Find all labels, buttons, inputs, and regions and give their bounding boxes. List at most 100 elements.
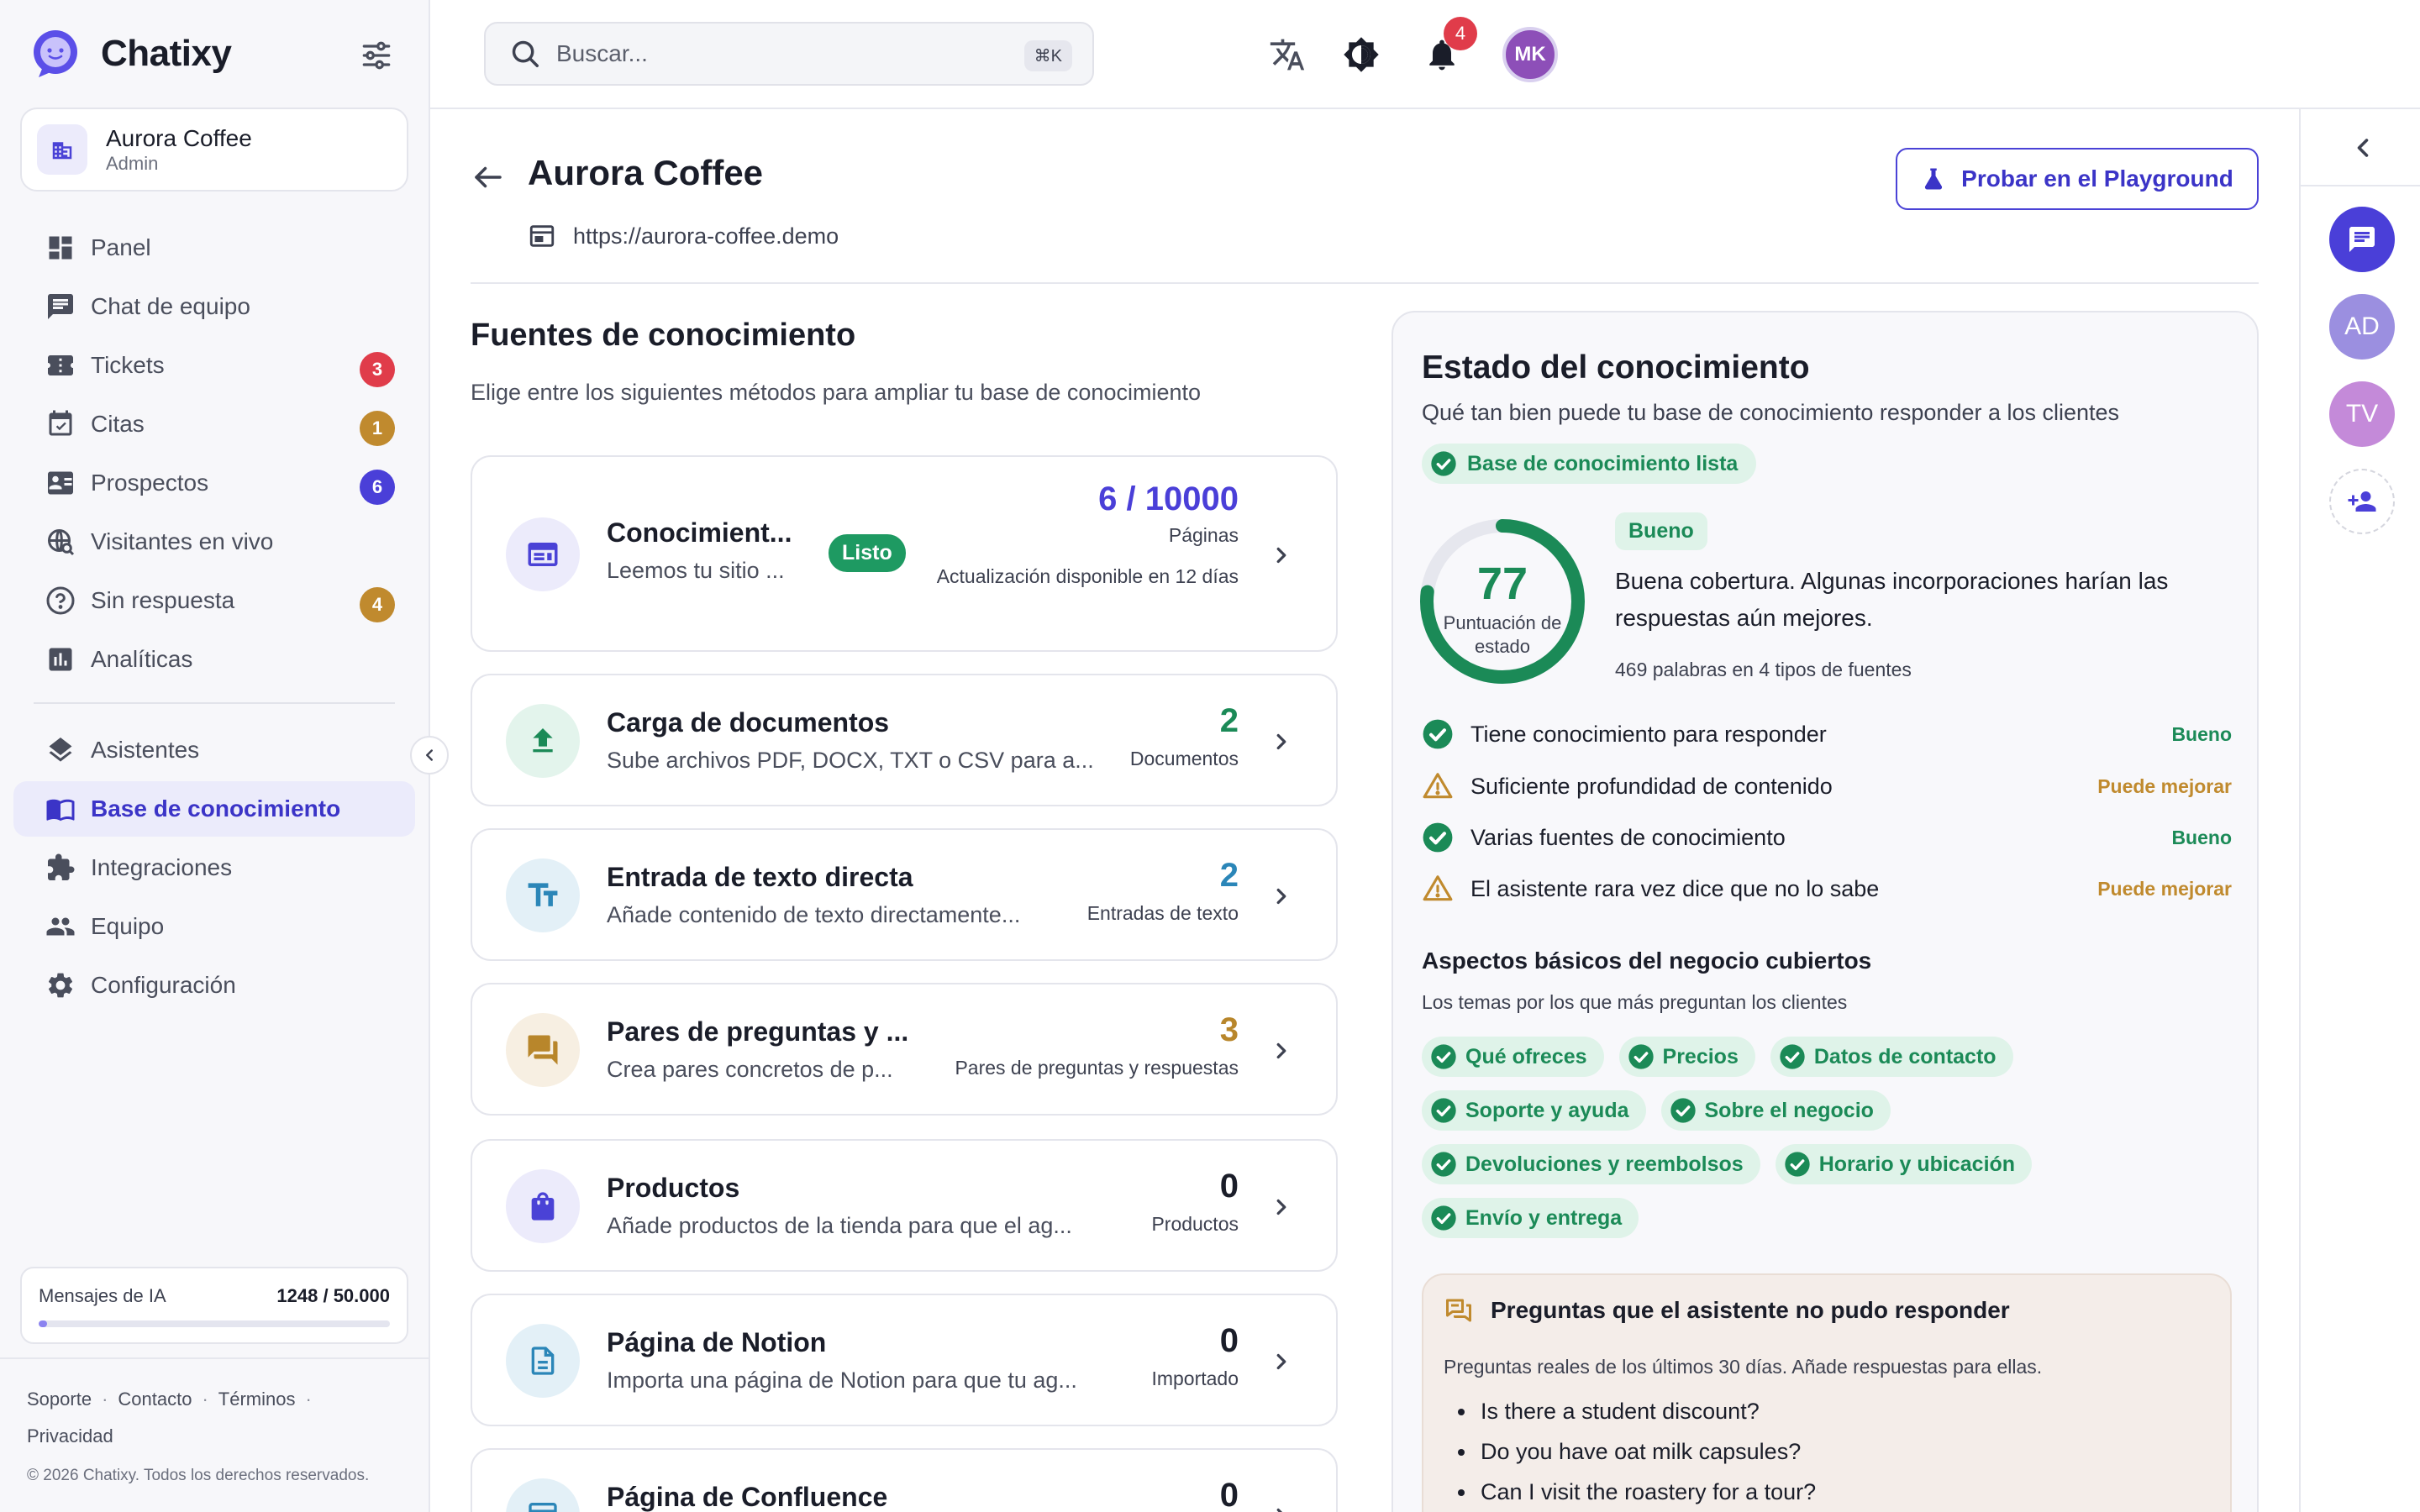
source-card-website[interactable]: Conocimient... Leemos tu sitio ... Listo… [471,455,1338,652]
user-avatar[interactable]: MK [1502,27,1558,82]
check-row: Tiene conocimiento para responder Bueno [1422,716,2232,753]
usage-progress-bar [39,1320,390,1327]
sidebar-item-knowledge-base[interactable]: Base de conocimiento [13,781,415,837]
sidebar-item-label: Citas [91,411,145,437]
sidebar-item-live-visitors[interactable]: Visitantes en vivo [13,514,415,570]
check-circle-icon [1431,1152,1456,1177]
source-card-confluence[interactable]: Página de Confluence 0 [471,1448,1338,1512]
warning-icon [1423,875,1453,901]
source-card-documents[interactable]: Carga de documentos Sube archivos PDF, D… [471,674,1338,806]
list-item[interactable]: Can I visit the roastery for a tour? [1477,1472,1816,1512]
playground-button[interactable]: Probar en el Playground [1896,148,2259,210]
search-bar[interactable]: ⌘K [484,22,1094,86]
topics-title: Aspectos básicos del negocio cubiertos [1422,948,1872,974]
playground-button-label: Probar en el Playground [1961,165,2233,192]
sidebar-item-label: Prospectos [91,470,209,496]
status-title: Estado del conocimiento [1422,349,1810,386]
check-circle-icon [1628,1044,1654,1069]
org-switcher[interactable]: Aurora Coffee Admin [20,108,408,192]
topic-label: Envío y entrega [1465,1205,1623,1230]
sidebar-item-label: Analíticas [91,646,193,672]
qa-icon [506,1013,580,1087]
calendar-icon [49,410,72,436]
sidebar-collapse-button[interactable] [410,736,449,774]
check-status: Puede mejorar [2097,774,2232,797]
sidebar-item-label: Sin respuesta [91,587,235,613]
usage-value: 1248 / 50.000 [276,1285,390,1306]
topic-chip: Precios [1618,1037,1755,1077]
source-count: 6 / 10000 [1098,480,1239,517]
footer-link-terms[interactable]: Términos [218,1389,296,1410]
check-circle-icon [1431,1205,1456,1231]
search-input[interactable] [556,40,1010,67]
org-name: Aurora Coffee [106,125,252,151]
main-content: Aurora Coffee https://aurora-coffee.demo… [430,109,2299,1512]
sidebar-item-tickets[interactable]: Tickets 3 [13,338,415,393]
chevron-right-icon [1276,1353,1286,1370]
question-chat-icon [1446,1299,1471,1322]
sidebar-item-panel[interactable]: Panel [13,220,415,276]
org-role: Admin [106,153,159,174]
sidebar-item-unanswered[interactable]: Sin respuesta 4 [13,573,415,628]
footer-link-privacy[interactable]: Privacidad [27,1425,113,1446]
rail-avatar-ad[interactable]: AD [2329,294,2395,360]
sidebar-item-appointments[interactable]: Citas 1 [13,396,415,452]
source-count: 2 [1219,702,1239,739]
chevron-left-icon[interactable] [2348,133,2378,163]
shopping-bag-icon [506,1169,580,1243]
rail-chat-button[interactable] [2329,207,2395,272]
sidebar-item-label: Chat de equipo [91,293,250,319]
sidebar-item-integrations[interactable]: Integraciones [13,840,415,895]
unanswered-subtitle: Preguntas reales de los últimos 30 días.… [1444,1356,2043,1378]
sliders-icon[interactable] [358,37,395,74]
list-item[interactable]: Is there a student discount? [1477,1391,1816,1431]
translate-icon[interactable] [1269,36,1306,73]
words-summary: 469 palabras en 4 tipos de fuentes [1615,659,1912,680]
source-card-notion[interactable]: Página de Notion Importa una página de N… [471,1294,1338,1426]
dashboard-icon [49,236,72,260]
check-circle-icon [1423,822,1453,853]
footer-link-support[interactable]: Soporte [27,1389,92,1410]
source-count: 0 [1219,1477,1239,1512]
site-url-text[interactable]: https://aurora-coffee.demo [573,223,839,249]
theme-toggle-icon[interactable] [1343,36,1380,73]
sidebar-item-analytics[interactable]: Analíticas [13,632,415,687]
source-card-products[interactable]: Productos Añade productos de la tienda p… [471,1139,1338,1272]
copyright: © 2026 Chatixy. Todos los derechos reser… [27,1467,370,1484]
rail-add-member-button[interactable] [2329,469,2395,534]
rail-avatar-tv[interactable]: TV [2329,381,2395,447]
arrow-left-icon[interactable] [471,160,506,195]
help-circle-icon [46,586,75,615]
topic-chip: Sobre el negocio [1660,1090,1891,1131]
chevron-right-icon [1276,888,1286,905]
check-label: Tiene conocimiento para responder [1470,721,1827,747]
source-card-direct-text[interactable]: Entrada de texto directa Añade contenido… [471,828,1338,961]
confluence-icon [506,1478,580,1512]
sidebar-item-settings[interactable]: Configuración [13,958,415,1013]
chatixy-logo-icon [34,30,77,77]
sidebar-item-team[interactable]: Equipo [13,899,415,954]
topic-chip: Devoluciones y reembolsos [1422,1144,1760,1184]
leads-count-badge: 6 [360,470,395,505]
source-count: 0 [1219,1168,1239,1205]
analytics-icon [49,648,72,671]
source-description: Leemos tu sitio ... [607,558,785,583]
footer-link-contact[interactable]: Contacto [118,1389,192,1410]
list-item[interactable]: Do you have oat milk capsules? [1477,1431,1816,1472]
chat-icon [2349,227,2375,252]
sidebar-item-label: Base de conocimiento [91,795,341,822]
sidebar-item-team-chat[interactable]: Chat de equipo [13,279,415,334]
flask-icon [1925,168,1943,190]
check-label: Varias fuentes de conocimiento [1470,824,1786,850]
check-row: Varias fuentes de conocimiento Bueno [1422,819,2232,856]
chevron-right-icon [1276,1199,1286,1215]
source-card-qa-pairs[interactable]: Pares de preguntas y ... Crea pares conc… [471,983,1338,1116]
text-icon [506,858,580,932]
source-description: Importa una página de Notion para que tu… [607,1368,1077,1393]
brand[interactable]: Chatixy [30,27,232,81]
sidebar-item-assistants[interactable]: Asistentes [13,722,415,778]
brand-name: Chatixy [101,33,232,74]
sidebar-item-leads[interactable]: Prospectos 6 [13,455,415,511]
source-description: Sube archivos PDF, DOCX, TXT o CSV para … [607,748,1094,773]
kb-ready-label: Base de conocimiento lista [1467,451,1739,475]
